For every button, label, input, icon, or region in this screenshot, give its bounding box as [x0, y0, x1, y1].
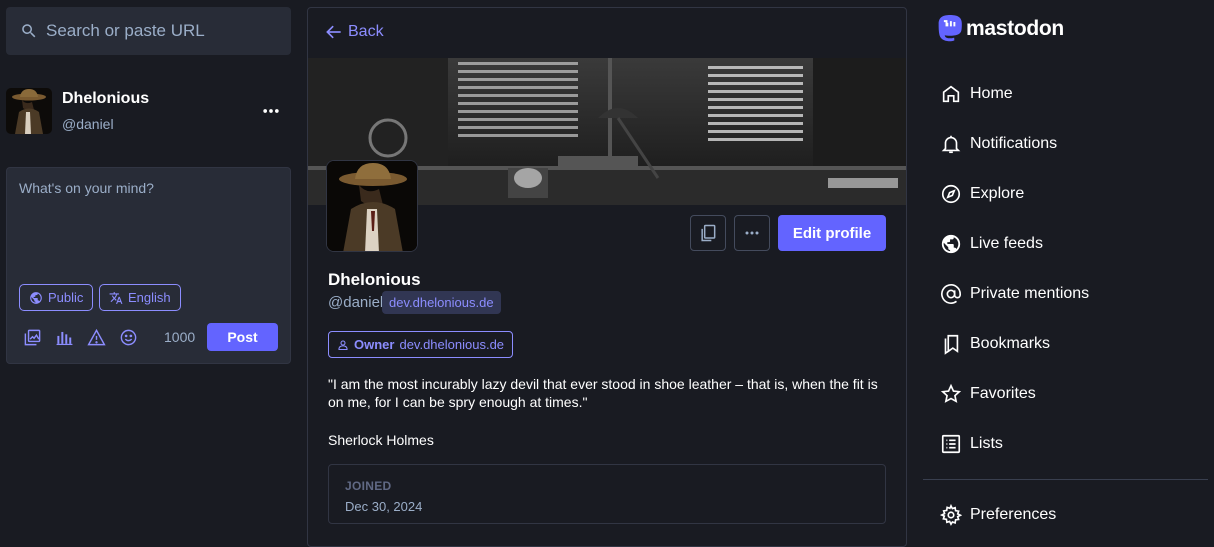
back-label: Back: [348, 23, 384, 40]
back-button[interactable]: Back: [324, 22, 384, 42]
gear-icon: [940, 504, 962, 526]
more-horizontal-icon: [745, 231, 759, 235]
visibility-label: Public: [48, 290, 84, 305]
list-icon: [941, 434, 961, 454]
nav-private-mentions-label: Private mentions: [970, 285, 1090, 302]
joined-label: JOINED: [345, 479, 392, 493]
profile-domain-badge[interactable]: dev.dhelonious.de: [382, 291, 501, 314]
joined-card: JOINED Dec 30, 2024: [328, 464, 886, 524]
compose-form: Public English 1000 Post: [6, 167, 291, 364]
nav-notifications-label: Notifications: [970, 135, 1058, 152]
account-display-name[interactable]: Dhelonious: [62, 90, 149, 108]
star-icon: [940, 383, 962, 403]
nav-bookmarks[interactable]: Bookmarks: [940, 332, 1050, 356]
compass-icon: [941, 184, 961, 204]
nav-home[interactable]: Home: [940, 82, 1013, 106]
content-warning-button[interactable]: [85, 326, 107, 348]
copy-link-button[interactable]: [690, 215, 726, 251]
language-label: English: [128, 290, 171, 305]
nav-live-feeds[interactable]: Live feeds: [940, 232, 1043, 256]
account-avatar[interactable]: [6, 88, 52, 134]
nav-explore[interactable]: Explore: [940, 182, 1024, 206]
profile-more-button[interactable]: [734, 215, 770, 251]
profile-avatar[interactable]: [326, 160, 418, 252]
post-button[interactable]: Post: [207, 323, 278, 351]
person-icon: [338, 339, 348, 350]
more-horizontal-icon: [263, 109, 279, 113]
translate-icon: [109, 291, 123, 304]
search-bar[interactable]: [6, 7, 291, 55]
compose-textarea[interactable]: [19, 180, 279, 275]
nav-favorites-label: Favorites: [970, 385, 1036, 402]
image-icon: [24, 329, 40, 345]
warning-icon: [86, 328, 106, 345]
globe-icon: [30, 291, 42, 304]
globe-icon: [941, 234, 961, 254]
nav-home-label: Home: [970, 85, 1013, 102]
bookmarks-icon: [944, 334, 959, 355]
poll-icon: [56, 331, 72, 345]
mastodon-wordmark: mastodon: [966, 17, 1064, 40]
nav-live-feeds-label: Live feeds: [970, 235, 1043, 252]
add-poll-button[interactable]: [53, 326, 75, 348]
mastodon-logo-icon: [938, 15, 962, 42]
account-menu-button[interactable]: [258, 98, 284, 124]
home-icon: [942, 85, 960, 103]
mastodon-logo[interactable]: mastodon: [936, 14, 1064, 44]
role-badge: Owner dev.dhelonious.de: [328, 331, 514, 358]
nav-explore-label: Explore: [970, 185, 1025, 202]
nav-preferences[interactable]: Preferences: [940, 503, 1056, 527]
joined-date: Dec 30, 2024: [345, 499, 423, 514]
account-handle: @daniel: [62, 116, 114, 132]
emoji-button[interactable]: [117, 326, 139, 348]
profile-handle: @daniel: [328, 294, 384, 311]
search-icon: [22, 24, 36, 38]
nav-private-mentions[interactable]: Private mentions: [940, 282, 1089, 306]
nav-lists-label: Lists: [970, 435, 1003, 452]
profile-bio: "I am the most incurably lazy devil that…: [328, 375, 888, 449]
arrow-left-icon: [326, 25, 341, 39]
at-icon: [941, 284, 961, 304]
nav-preferences-label: Preferences: [970, 506, 1057, 523]
role-domain: dev.dhelonious.de: [399, 337, 505, 352]
search-input[interactable]: [46, 21, 276, 41]
nav-bookmarks-label: Bookmarks: [970, 335, 1051, 352]
role-name: Owner: [354, 337, 395, 352]
nav-favorites[interactable]: Favorites: [940, 382, 1036, 406]
edit-profile-button[interactable]: Edit profile: [778, 215, 886, 251]
add-media-button[interactable]: [21, 326, 43, 348]
visibility-dropdown[interactable]: Public: [19, 284, 94, 311]
copy-icon: [701, 224, 716, 242]
nav-divider: [923, 479, 1208, 480]
profile-display-name: Dhelonious: [328, 270, 421, 289]
bell-icon: [941, 135, 961, 154]
bio-attribution: Sherlock Holmes: [328, 432, 434, 448]
character-counter: 1000: [164, 329, 196, 345]
bio-quote: "I am the most incurably lazy devil that…: [328, 376, 878, 410]
smiley-icon: [120, 329, 136, 345]
nav-notifications[interactable]: Notifications: [940, 132, 1057, 156]
nav-lists[interactable]: Lists: [940, 432, 1003, 456]
language-dropdown[interactable]: English: [99, 284, 181, 311]
